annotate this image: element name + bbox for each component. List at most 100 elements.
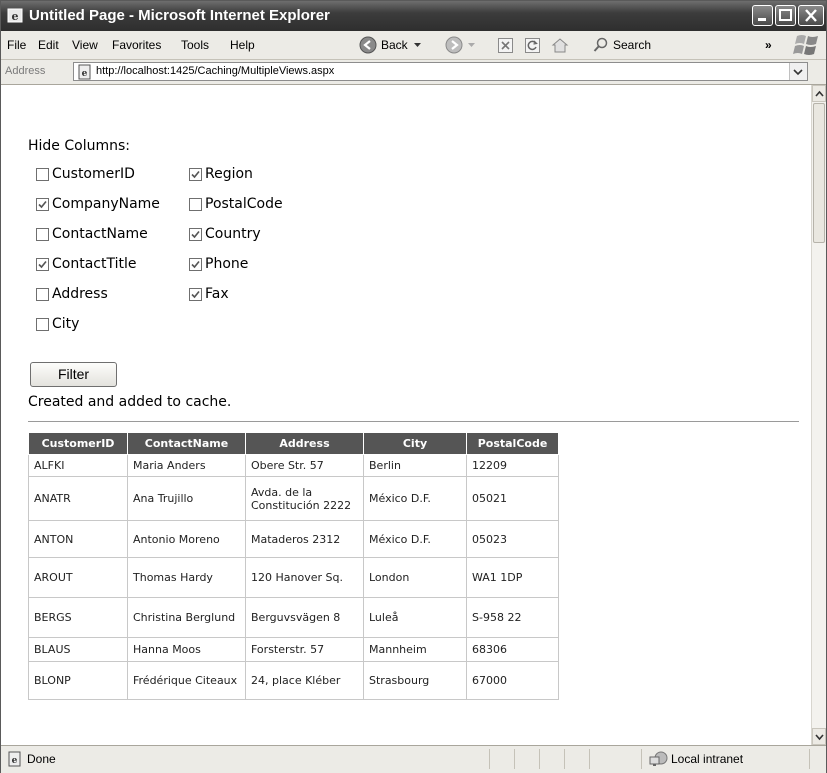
- column-header: CustomerID: [28, 432, 128, 455]
- checkbox-checked[interactable]: [189, 227, 202, 241]
- back-button[interactable]: Back: [359, 35, 421, 55]
- table-cell: Luleå: [363, 597, 467, 638]
- table-row: ALFKI Maria Anders Obere Str. 57 Berlin 1220…: [28, 454, 559, 477]
- table-cell: ALFKI: [28, 454, 128, 477]
- checkmark-icon: [38, 200, 47, 208]
- svg-text:e: e: [82, 69, 88, 79]
- hide-columns-label: Hide Columns:: [28, 138, 130, 154]
- checkmark-icon: [191, 290, 200, 298]
- checkbox-checked[interactable]: [36, 257, 49, 271]
- address-input[interactable]: e http://localhost:1425/Caching/Multiple…: [73, 62, 808, 81]
- maximize-button[interactable]: [775, 5, 796, 26]
- table-cell: México D.F.: [363, 520, 467, 558]
- checkbox-unchecked[interactable]: [36, 167, 49, 181]
- table-row: ANTON Antonio Moreno Mataderos 2312 México …: [28, 520, 559, 558]
- status-pane: [514, 749, 515, 769]
- scroll-down-icon: [815, 734, 824, 741]
- windows-flag-icon: [793, 35, 818, 55]
- close-button[interactable]: [798, 5, 824, 26]
- hide-column-label: PostalCode: [205, 196, 283, 212]
- hide-column-option[interactable]: Address: [36, 286, 108, 302]
- hide-column-label: CustomerID: [52, 166, 135, 182]
- address-url: http://localhost:1425/Caching/MultipleVi…: [96, 65, 335, 77]
- checkbox-checked[interactable]: [189, 167, 202, 181]
- table-cell: 68306: [466, 637, 559, 662]
- menu-help[interactable]: Help: [230, 38, 255, 52]
- forward-dropdown-icon: [468, 42, 475, 47]
- intranet-icon: [649, 751, 668, 766]
- filter-button[interactable]: Filter: [30, 362, 117, 387]
- title-bar: e Untitled Page - Microsoft Internet Exp…: [1, 1, 826, 31]
- browser-window: e Untitled Page - Microsoft Internet Exp…: [0, 0, 827, 773]
- search-button[interactable]: Search: [593, 35, 651, 55]
- hide-column-option[interactable]: PostalCode: [189, 196, 283, 212]
- checkmark-icon: [191, 170, 200, 178]
- checkbox-checked[interactable]: [189, 287, 202, 301]
- table-cell: 67000: [466, 661, 559, 700]
- menu-tools[interactable]: Tools: [181, 38, 209, 52]
- table-row: BLONP Frédérique Citeaux 24, place Kléber S…: [28, 661, 559, 700]
- search-label: Search: [613, 38, 652, 52]
- hide-column-option[interactable]: CompanyName: [36, 196, 160, 212]
- table-cell: Strasbourg: [363, 661, 467, 700]
- hide-column-option[interactable]: CustomerID: [36, 166, 135, 182]
- zone-label: Local intranet: [671, 752, 744, 766]
- toolbar-overflow-button[interactable]: »: [765, 35, 772, 55]
- stop-button[interactable]: [497, 35, 514, 55]
- checkbox-unchecked[interactable]: [36, 227, 49, 241]
- grid-header-row: CustomerID ContactName Address City PostalCo…: [28, 432, 559, 455]
- table-row: BLAUS Hanna Moos Forsterstr. 57 Mannheim 683…: [28, 637, 559, 662]
- table-cell: Maria Anders: [127, 454, 246, 477]
- refresh-button[interactable]: [524, 35, 541, 55]
- hide-column-option[interactable]: Phone: [189, 256, 248, 272]
- hide-column-option[interactable]: ContactName: [36, 226, 148, 242]
- table-cell: 05021: [466, 476, 559, 521]
- hide-column-option[interactable]: ContactTitle: [36, 256, 136, 272]
- scroll-down-button[interactable]: [812, 728, 826, 745]
- hide-column-label: ContactTitle: [52, 256, 137, 272]
- table-row: BERGS Christina Berglund Berguvsvägen 8 Lul…: [28, 597, 559, 638]
- table-cell: Mannheim: [363, 637, 467, 662]
- table-cell: Hanna Moos: [127, 637, 246, 662]
- checkbox-checked[interactable]: [189, 257, 202, 271]
- table-cell: ANTON: [28, 520, 128, 558]
- checkbox-unchecked[interactable]: [36, 287, 49, 301]
- address-bar: Address e http://localhost:1425/Caching/…: [1, 60, 826, 85]
- hide-column-label: Fax: [205, 286, 229, 302]
- checkbox-checked[interactable]: [36, 197, 49, 211]
- scroll-thumb[interactable]: [813, 103, 825, 243]
- table-cell: Mataderos 2312: [245, 520, 364, 558]
- menu-view[interactable]: View: [72, 38, 98, 52]
- forward-button[interactable]: [445, 35, 475, 55]
- checkbox-unchecked[interactable]: [189, 197, 202, 211]
- hide-column-option[interactable]: Fax: [189, 286, 229, 302]
- checkbox-unchecked[interactable]: [36, 317, 49, 331]
- hide-column-option[interactable]: Region: [189, 166, 253, 182]
- hide-column-option[interactable]: City: [36, 316, 79, 332]
- page-content: Hide Columns: CustomerID CompanyName Conta…: [1, 85, 811, 745]
- page-icon: e: [78, 64, 91, 80]
- maximize-icon: [779, 9, 792, 21]
- address-dropdown-button[interactable]: [789, 63, 807, 80]
- menu-edit[interactable]: Edit: [38, 38, 59, 52]
- menu-file[interactable]: File: [7, 38, 26, 52]
- back-dropdown-icon: [413, 42, 421, 47]
- table-cell: BLONP: [28, 661, 128, 700]
- table-cell: 24, place Kléber: [245, 661, 364, 700]
- hide-column-option[interactable]: Country: [189, 226, 261, 242]
- minimize-icon: [758, 18, 766, 21]
- table-cell: Ana Trujillo: [127, 476, 246, 521]
- minimize-button[interactable]: [752, 5, 773, 26]
- column-header: Address: [245, 432, 364, 455]
- chevron-down-icon: [793, 69, 803, 76]
- table-cell: Christina Berglund: [127, 597, 246, 638]
- checkmark-icon: [191, 230, 200, 238]
- table-cell: Antonio Moreno: [127, 520, 246, 558]
- scroll-up-button[interactable]: [812, 85, 826, 102]
- menu-bar: File Edit View Favorites Tools Help Back: [1, 31, 826, 60]
- menu-favorites[interactable]: Favorites: [112, 38, 161, 52]
- hide-column-label: ContactName: [52, 226, 148, 242]
- hide-column-label: Region: [205, 166, 253, 182]
- vertical-scrollbar[interactable]: [811, 85, 826, 745]
- home-button[interactable]: [551, 35, 569, 55]
